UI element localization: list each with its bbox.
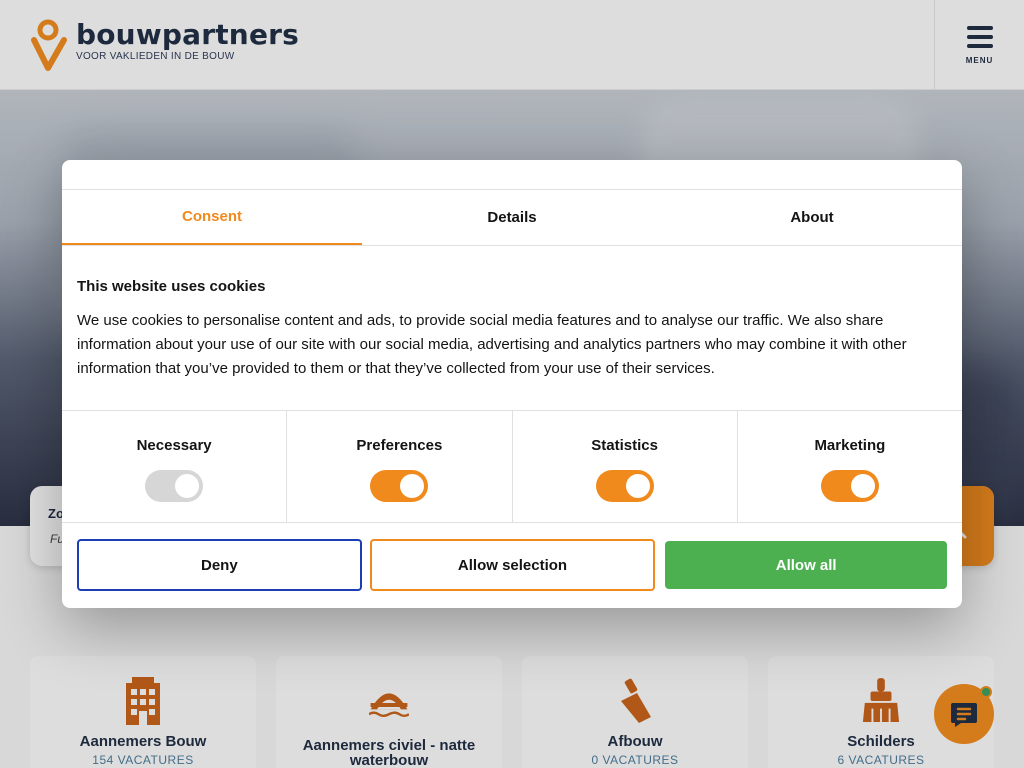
toggle-preferences: Preferences [287, 411, 513, 522]
toggle-label: Preferences [356, 437, 443, 454]
consent-body: This website uses cookies We use cookies… [62, 246, 962, 411]
cookie-consent-dialog: Consent Details About This website uses … [62, 160, 962, 608]
consent-buttons: Deny Allow selection Allow all [62, 523, 962, 607]
tab-details[interactable]: Details [362, 190, 662, 245]
allow-selection-button[interactable]: Allow selection [369, 539, 656, 591]
tab-consent[interactable]: Consent [62, 190, 362, 245]
preferences-switch[interactable] [370, 470, 429, 502]
consent-title: This website uses cookies [77, 278, 266, 295]
consent-toggles: Necessary Preferences Statistics Marketi… [62, 411, 962, 523]
consent-text: We use cookies to personalise content an… [77, 312, 907, 377]
necessary-switch [145, 470, 204, 502]
dialog-header [62, 160, 962, 190]
statistics-switch[interactable] [595, 470, 654, 502]
toggle-label: Marketing [814, 437, 886, 454]
deny-button[interactable]: Deny [77, 539, 362, 591]
toggle-necessary: Necessary [62, 411, 288, 522]
toggle-label: Necessary [136, 437, 212, 454]
allow-all-button[interactable]: Allow all [665, 541, 948, 589]
toggle-label: Statistics [591, 437, 658, 454]
tab-about[interactable]: About [662, 190, 962, 245]
marketing-switch[interactable] [820, 470, 879, 502]
toggle-marketing: Marketing [738, 411, 962, 522]
consent-tabs: Consent Details About [62, 190, 962, 246]
toggle-statistics: Statistics [513, 411, 738, 522]
